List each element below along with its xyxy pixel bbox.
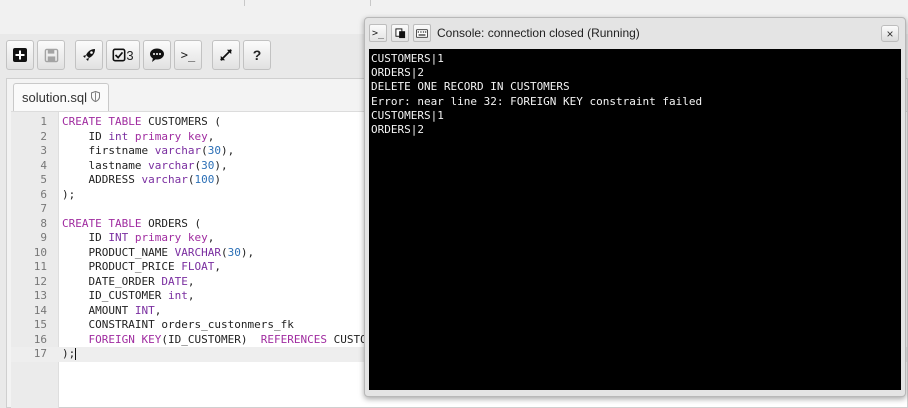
file-tab[interactable]: solution.sql	[13, 83, 110, 111]
close-icon[interactable]: ×	[881, 25, 899, 42]
add-icon[interactable]	[6, 40, 34, 70]
code-text: PRODUCT_PRICE FLOAT,	[88, 260, 221, 273]
line-number: 10	[33, 245, 47, 259]
help-icon: ?	[252, 47, 262, 63]
line-number: 11	[33, 260, 47, 273]
line-number: 16	[33, 332, 47, 346]
console-window: >_ Console: connection closed (Running) …	[364, 17, 906, 397]
checkbox-icon	[112, 48, 126, 62]
line-number: 7	[40, 202, 47, 215]
line-number: 14	[33, 303, 47, 317]
keyboard-icon[interactable]	[413, 24, 431, 42]
code-text: ID INT primary key,	[88, 231, 215, 244]
console-line: ORDERS|2	[371, 66, 424, 80]
console-header: >_ Console: connection closed (Running) …	[365, 18, 905, 48]
console-button[interactable]: >_	[174, 40, 202, 70]
console-line: CUSTOMERS|1	[371, 52, 444, 65]
line-number: 4	[40, 158, 47, 172]
editor-toolbar: 3 >_ ?	[6, 40, 271, 72]
code-text: ID int primary key,	[88, 129, 215, 143]
tab-divider	[244, 0, 245, 6]
terminal-icon[interactable]: >_	[369, 24, 387, 42]
rocket-icon[interactable]	[75, 40, 103, 70]
terminal-icon: >_	[180, 48, 196, 62]
code-text: ID_CUSTOMER int,	[88, 289, 195, 302]
copy-icon[interactable]	[391, 24, 409, 42]
file-tab-label: solution.sql	[22, 90, 88, 105]
code-text: AMOUNT INT,	[88, 303, 162, 317]
shield-icon	[90, 90, 101, 105]
code-text: DATE_ORDER DATE,	[88, 274, 195, 288]
code-text: firstname varchar(30),	[88, 144, 235, 157]
line-number: 9	[40, 231, 47, 244]
console-output: CUSTOMERS|1 ORDERS|2 DELETE ONE RECORD IN …	[369, 49, 901, 390]
code-text: FOREIGN KEY(ID_CUSTOMER) REFERENCES CUST…	[88, 332, 367, 346]
line-number: 3	[40, 144, 47, 157]
line-number: 8	[40, 216, 47, 230]
console-line: CUSTOMERS|1	[371, 108, 444, 122]
line-number: 1	[40, 115, 47, 128]
console-line: ORDERS|2	[371, 123, 424, 137]
expand-icon[interactable]	[212, 40, 240, 70]
line-number: 5	[40, 173, 47, 186]
chat-icon[interactable]	[143, 40, 171, 70]
line-number: 13	[33, 289, 47, 302]
text-cursor	[75, 348, 77, 360]
code-text: );	[62, 347, 77, 360]
run-tests-button[interactable]: 3	[106, 40, 140, 70]
test-count: 3	[126, 47, 134, 63]
line-number: 6	[40, 187, 47, 201]
code-text: PRODUCT_NAME VARCHAR(30),	[88, 245, 255, 259]
help-button[interactable]: ?	[243, 40, 271, 70]
code-text: ADDRESS varchar(100)	[88, 173, 221, 186]
line-number: 2	[40, 129, 47, 143]
line-number: 15	[33, 318, 47, 331]
code-text: CONSTRAINT orders_custonmers_fk	[88, 318, 294, 331]
code-text: CREATE TABLE CUSTOMERS (	[62, 115, 221, 128]
console-line: Error: near line 32: FOREIGN KEY constra…	[371, 94, 703, 108]
console-line: DELETE ONE RECORD IN CUSTOMERS	[371, 80, 570, 94]
code-text: CREATE TABLE ORDERS (	[62, 216, 202, 230]
save-icon[interactable]	[37, 40, 65, 70]
code-text: );	[62, 187, 76, 201]
code-text: lastname varchar(30),	[88, 158, 228, 172]
line-number: 17	[33, 347, 47, 360]
line-number: 12	[33, 274, 47, 288]
console-title: Console: connection closed (Running)	[437, 26, 640, 40]
tab-divider	[370, 0, 371, 6]
